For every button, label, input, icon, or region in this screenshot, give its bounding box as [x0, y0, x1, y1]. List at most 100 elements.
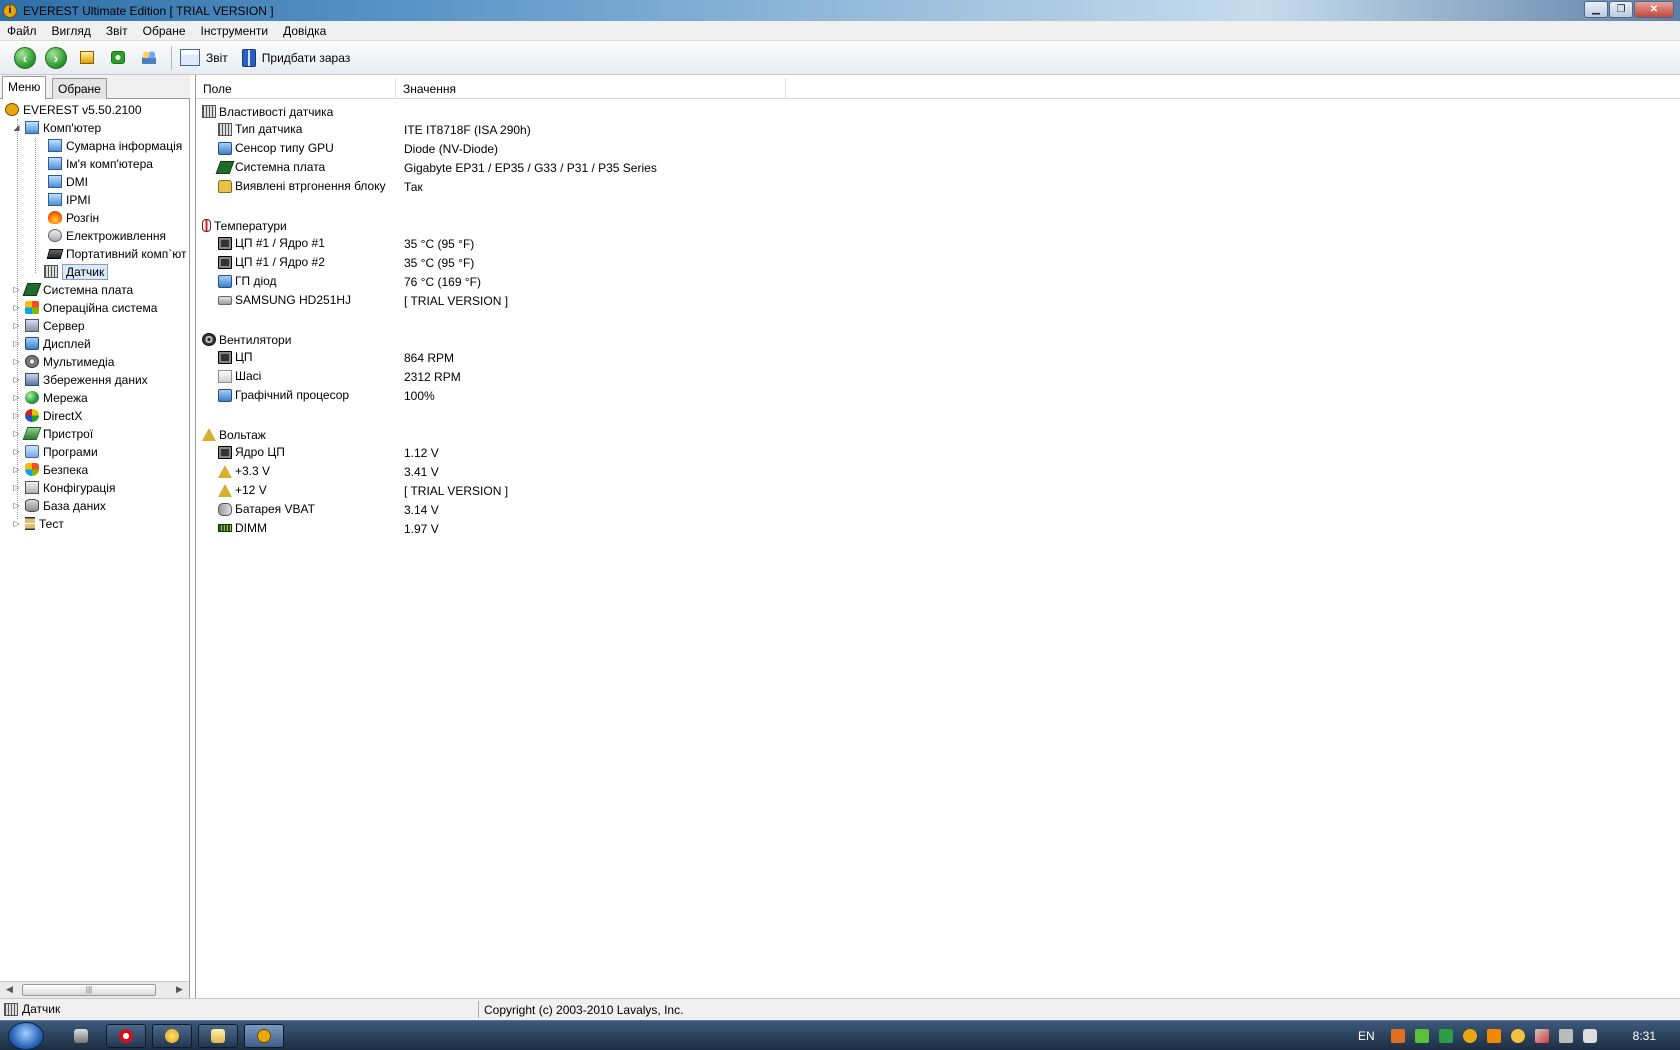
taskbar-app-2[interactable] — [152, 1024, 192, 1048]
expand-icon[interactable]: ▷ — [12, 447, 21, 456]
scroll-left-icon[interactable]: ◀ — [6, 984, 13, 995]
tree-item-server[interactable]: ▷ Сервер — [12, 317, 84, 334]
scroll-right-icon[interactable]: ▶ — [176, 984, 183, 995]
expand-icon[interactable]: ▷ — [12, 393, 21, 402]
start-button[interactable] — [8, 1022, 44, 1050]
tree-item-multimedia[interactable]: ▷ Мультимедіа — [12, 353, 114, 370]
tray-network-off-icon[interactable] — [1534, 1029, 1549, 1043]
tree-item-computer[interactable]: ◢ Комп'ютер — [12, 119, 101, 136]
report-button[interactable]: Звіт — [180, 49, 228, 66]
tree-horizontal-scrollbar[interactable]: ◀ ||| ▶ — [0, 981, 189, 998]
tree-item-power[interactable]: Електроживлення — [48, 227, 166, 244]
scroll-thumb[interactable]: ||| — [22, 984, 156, 996]
maximize-button[interactable]: ❐ — [1609, 1, 1633, 18]
menu-file[interactable]: Файл — [0, 24, 45, 38]
back-button[interactable]: ‹ — [12, 45, 38, 71]
tray-volume-icon[interactable] — [1582, 1029, 1597, 1043]
section-temperatures[interactable]: Температури — [202, 216, 287, 235]
expand-icon[interactable]: ▷ — [12, 519, 21, 528]
tray-circle-icon[interactable] — [1510, 1029, 1525, 1043]
expand-icon[interactable]: ▷ — [12, 303, 21, 312]
minimize-button[interactable]: ▁ — [1584, 1, 1608, 18]
lock-icon — [218, 179, 232, 193]
section-sensor-properties[interactable]: Властивості датчика — [202, 102, 333, 121]
power-plug-icon — [48, 229, 62, 242]
tray-speaker-alert-icon[interactable] — [1390, 1029, 1405, 1043]
collapse-icon[interactable]: ◢ — [12, 123, 21, 132]
tree-item-dmi[interactable]: DMI — [48, 173, 88, 190]
configuration-icon — [25, 481, 39, 494]
language-indicator[interactable]: EN — [1358, 1029, 1375, 1043]
menu-help[interactable]: Довідка — [276, 24, 334, 38]
tree-item-overclock[interactable]: Розгін — [48, 209, 99, 226]
refresh-button[interactable] — [105, 45, 131, 71]
tree-item-summary[interactable]: Сумарна інформація — [48, 137, 182, 154]
refresh-icon — [111, 51, 125, 64]
tree-item-devices[interactable]: ▷ Пристрої — [12, 425, 93, 442]
forward-button[interactable]: › — [43, 45, 69, 71]
tree-item-benchmark[interactable]: ▷ Тест — [12, 515, 63, 532]
expand-icon[interactable]: ▷ — [12, 501, 21, 510]
expand-icon[interactable]: ▷ — [12, 285, 21, 294]
tree-item-label: Пристрої — [43, 426, 94, 441]
tree-item-network[interactable]: ▷ Мережа — [12, 389, 87, 406]
desktop-icon — [74, 1029, 88, 1043]
menu-favorites[interactable]: Обране — [136, 24, 194, 38]
buy-icon — [241, 48, 256, 67]
expand-icon[interactable]: ▷ — [12, 429, 21, 438]
column-field[interactable]: Поле — [196, 78, 396, 99]
tree-item-programs[interactable]: ▷ Програми — [12, 443, 97, 460]
tray-action-center-icon[interactable] — [1558, 1029, 1573, 1043]
everest-app-icon[interactable]: i — [3, 3, 17, 18]
expand-icon[interactable]: ▷ — [12, 411, 21, 420]
section-fans[interactable]: Вентилятори — [202, 330, 291, 349]
clock[interactable]: 8:31 — [1633, 1029, 1656, 1043]
menu-report[interactable]: Звіт — [99, 24, 136, 38]
tree-item-motherboard[interactable]: ▷ Системна плата — [12, 281, 133, 298]
menu-view[interactable]: Вигляд — [45, 24, 99, 38]
expand-icon[interactable]: ▷ — [12, 483, 21, 492]
tab-menu[interactable]: Меню — [2, 76, 47, 99]
menu-tools[interactable]: Інструменти — [194, 24, 277, 38]
tray-green-icon[interactable] — [1414, 1029, 1429, 1043]
taskbar-explorer[interactable] — [198, 1024, 238, 1048]
tree-root[interactable]: EVEREST v5.50.2100 — [5, 101, 142, 118]
tray-h-icon[interactable] — [1438, 1029, 1453, 1043]
tree-item-portable[interactable]: Портативний комп`ют — [46, 245, 187, 262]
close-button[interactable]: ✕ — [1634, 1, 1674, 18]
tree-item-label: Системна плата — [43, 282, 134, 297]
computer-icon — [48, 139, 62, 152]
tree-item-sensor[interactable]: Датчик — [44, 263, 109, 280]
voltage-icon — [218, 464, 232, 478]
tree-item-storage[interactable]: ▷ Збереження даних — [12, 371, 147, 388]
field-label: ЦП #1 / Ядро #2 — [235, 255, 325, 269]
tree-item-display[interactable]: ▷ Дисплей — [12, 335, 90, 352]
expand-icon[interactable]: ▷ — [12, 339, 21, 348]
buy-now-button[interactable]: Придбати зараз — [241, 48, 350, 67]
tree-item-os[interactable]: ▷ Операційна система — [12, 299, 157, 316]
tree-item-configuration[interactable]: ▷ Конфігурація — [12, 479, 115, 496]
tray-pause-icon[interactable] — [1486, 1029, 1501, 1043]
tree-item-label: Портативний комп`ют — [66, 246, 187, 261]
show-desktop-button[interactable] — [68, 1024, 94, 1048]
taskbar-opera[interactable] — [106, 1024, 146, 1048]
tree-item-database[interactable]: ▷ База даних — [12, 497, 106, 514]
tree-item-computer-name[interactable]: Ім'я комп'ютера — [48, 155, 153, 172]
tree-item-ipmi[interactable]: IPMI — [48, 191, 91, 208]
section-voltages[interactable]: Вольтаж — [202, 425, 266, 444]
tree-root-label: EVEREST v5.50.2100 — [23, 102, 142, 117]
expand-icon[interactable]: ▷ — [12, 321, 21, 330]
field-label: DIMM — [235, 521, 267, 535]
users-icon — [142, 51, 156, 64]
tree-item-directx[interactable]: ▷ DirectX — [12, 407, 82, 424]
tab-favorites[interactable]: Обране — [52, 78, 107, 99]
expand-icon[interactable]: ▷ — [12, 375, 21, 384]
tray-everest-icon[interactable] — [1462, 1029, 1477, 1043]
expand-icon[interactable]: ▷ — [12, 357, 21, 366]
expand-icon[interactable]: ▷ — [12, 465, 21, 474]
taskbar-everest[interactable] — [244, 1024, 284, 1048]
tree-item-security[interactable]: ▷ Безпека — [12, 461, 88, 478]
users-button[interactable] — [136, 45, 162, 71]
column-value[interactable]: Значення — [396, 78, 786, 99]
up-button[interactable] — [74, 45, 100, 71]
